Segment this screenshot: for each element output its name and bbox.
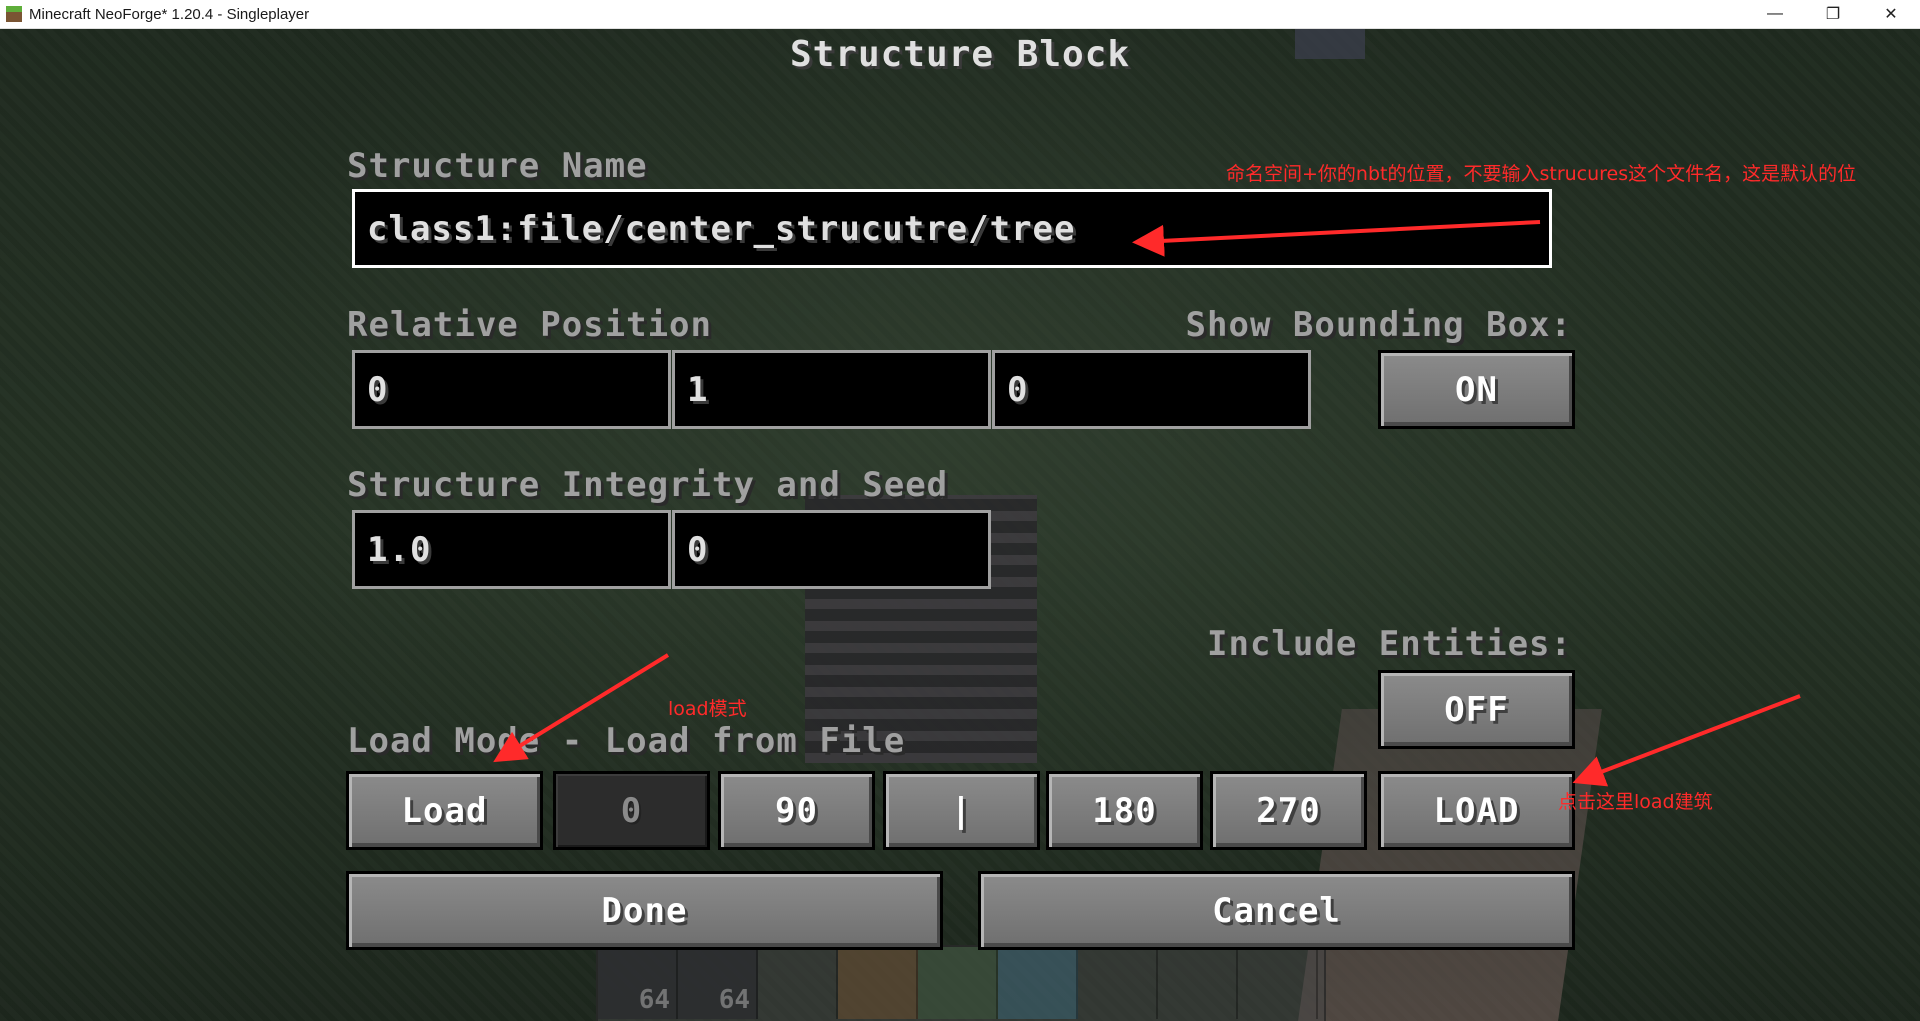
arrow-to-mode-button — [493, 653, 670, 763]
annotation-arrows — [493, 220, 1801, 787]
arrow-to-name-field — [1132, 220, 1541, 257]
arrow-to-load-button — [1572, 694, 1801, 787]
